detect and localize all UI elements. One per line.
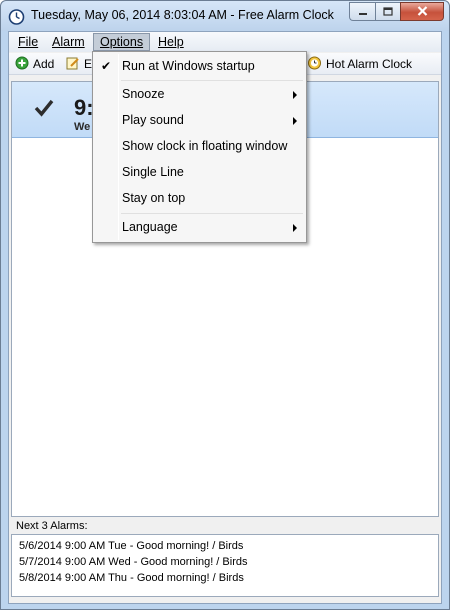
alarm-enabled-checkbox[interactable] (34, 99, 54, 120)
hot-alarm-clock-button[interactable]: Hot Alarm Clock (307, 56, 412, 72)
menu-item-label: Single Line (122, 165, 184, 179)
menu-options[interactable]: Options (93, 33, 151, 51)
add-icon (15, 56, 33, 73)
menu-item-label: Snooze (122, 87, 165, 101)
alarm-days: We (74, 121, 91, 133)
menu-item-label: Play sound (122, 113, 184, 127)
alarm-time: 9: (74, 95, 94, 120)
alarm-clock-icon[interactable] (8, 8, 25, 25)
menu-alarm-label: Alarm (52, 35, 85, 49)
menu-item-language[interactable]: Language (93, 216, 306, 238)
menu-bar: File Alarm Options Help (9, 32, 441, 52)
add-button[interactable]: Add (15, 56, 54, 72)
edit-button[interactable]: E (66, 56, 92, 72)
menu-help-label: Help (158, 35, 184, 49)
menu-item-floating-window[interactable]: Show clock in floating window (93, 135, 306, 157)
window-title: Tuesday, May 06, 2014 8:03:04 AM - Free … (31, 8, 334, 22)
menu-options-label: Options (100, 35, 144, 49)
menu-item-label: Show clock in floating window (122, 139, 288, 153)
menu-file-label: File (18, 35, 39, 49)
menu-item-run-at-startup[interactable]: ✔ Run at Windows startup (93, 55, 306, 77)
hot-alarm-clock-label: Hot Alarm Clock (326, 57, 413, 71)
edit-button-label: E (84, 57, 93, 71)
menu-item-single-line[interactable]: Single Line (93, 161, 306, 183)
menu-item-label: Stay on top (122, 191, 186, 205)
check-icon: ✔ (101, 59, 112, 73)
submenu-arrow-icon (293, 91, 297, 99)
submenu-arrow-icon (293, 224, 297, 232)
maximize-button[interactable] (375, 2, 400, 21)
app-window: Tuesday, May 06, 2014 8:03:04 AM - Free … (0, 0, 450, 610)
list-item: 5/6/2014 9:00 AM Tue - Good morning! / B… (19, 540, 244, 552)
menu-item-play-sound[interactable]: Play sound (93, 109, 306, 131)
title-bar[interactable]: Tuesday, May 06, 2014 8:03:04 AM - Free … (1, 1, 449, 31)
window-controls (349, 2, 444, 21)
options-menu-dropdown: ✔ Run at Windows startup Snooze Play sou… (92, 51, 307, 243)
list-item: 5/7/2014 9:00 AM Wed - Good morning! / B… (19, 556, 248, 568)
close-button[interactable] (400, 2, 444, 21)
maximize-icon (383, 5, 393, 19)
menu-item-snooze[interactable]: Snooze (93, 83, 306, 105)
close-icon (417, 5, 428, 19)
menu-separator (121, 213, 303, 214)
next-alarms-list: 5/6/2014 9:00 AM Tue - Good morning! / B… (11, 534, 439, 597)
add-button-label: Add (33, 57, 55, 71)
hot-alarm-clock-icon (307, 55, 326, 73)
menu-item-label: Run at Windows startup (122, 59, 255, 73)
menu-item-label: Language (122, 220, 178, 234)
menu-file[interactable]: File (11, 33, 45, 51)
list-item: 5/8/2014 9:00 AM Thu - Good morning! / B… (19, 572, 244, 584)
menu-alarm[interactable]: Alarm (45, 33, 92, 51)
edit-icon (66, 56, 84, 73)
next-alarms-label: Next 3 Alarms: (16, 520, 88, 532)
menu-help[interactable]: Help (151, 33, 191, 51)
menu-separator (121, 80, 303, 81)
menu-item-stay-on-top[interactable]: Stay on top (93, 187, 306, 209)
submenu-arrow-icon (293, 117, 297, 125)
minimize-button[interactable] (349, 2, 375, 21)
minimize-icon (358, 5, 368, 19)
